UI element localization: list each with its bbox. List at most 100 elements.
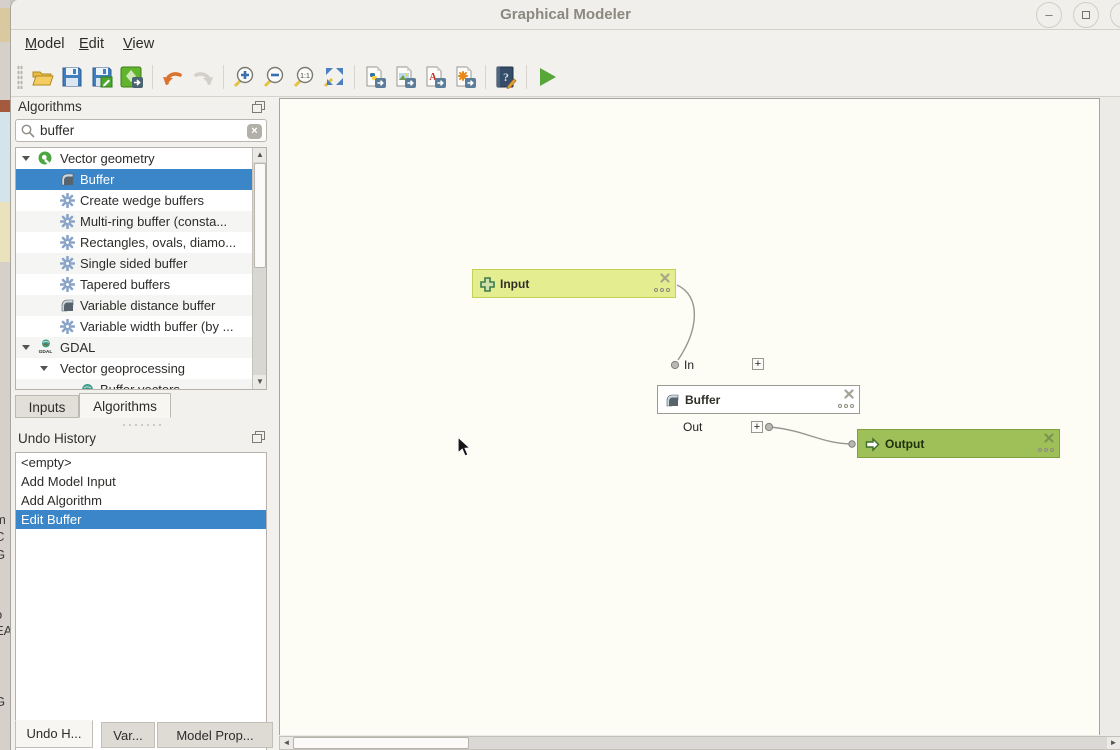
tab-variables[interactable]: Var... (101, 722, 155, 748)
wire-buffer-to-output (771, 427, 851, 444)
zoom-actual-button[interactable]: 1:1 (289, 62, 319, 92)
expand-arrow-icon[interactable] (22, 156, 30, 161)
help-button[interactable]: ? (491, 62, 521, 92)
tree-item-buffer[interactable]: Buffer (16, 169, 266, 190)
export-as-svg-button[interactable] (450, 62, 480, 92)
export-as-pdf-icon: A (423, 65, 447, 89)
socket-buffer-out[interactable] (765, 423, 772, 430)
run-model-button[interactable] (532, 62, 562, 92)
delete-node-icon[interactable] (844, 389, 854, 399)
tree-item-multi-ring-buffer[interactable]: Multi-ring buffer (consta... (16, 211, 266, 232)
expand-outputs-button[interactable]: + (751, 421, 763, 433)
canvas-scrollbar-thumb[interactable] (293, 737, 469, 749)
model-node-output[interactable]: Output (857, 429, 1060, 458)
menu-model[interactable]: Model (21, 34, 69, 54)
tree-item-variable-width-buffer[interactable]: Variable width buffer (by ... (16, 316, 266, 337)
tree-item-variable-distance-buffer[interactable]: Variable distance buffer (16, 295, 266, 316)
zoom-full-icon (322, 65, 346, 89)
save-model-in-project-icon (120, 65, 144, 89)
search-input[interactable] (40, 121, 240, 140)
tab-undo-history[interactable]: Undo H... (15, 720, 93, 748)
tab-inputs[interactable]: Inputs (15, 395, 79, 418)
node-label: Buffer (685, 393, 720, 407)
canvas-horizontal-scrollbar[interactable]: ◄ ► (279, 736, 1120, 750)
background-map-fragment (0, 100, 10, 112)
zoom-out-button[interactable] (259, 62, 289, 92)
minimize-button[interactable]: – (1036, 2, 1062, 28)
tree-item-single-sided-buffer[interactable]: Single sided buffer (16, 253, 266, 274)
export-as-image-icon (393, 65, 417, 89)
expand-node-icon[interactable] (838, 404, 854, 409)
zoom-in-button[interactable] (229, 62, 259, 92)
menu-view[interactable]: View (119, 34, 158, 54)
socket-buffer-in[interactable] (671, 361, 678, 368)
tree-item-vector-geometry[interactable]: Vector geometry (16, 148, 266, 169)
zoom-out-icon (262, 65, 286, 89)
export-as-pdf-button[interactable]: A (420, 62, 450, 92)
buffer-algorithm-icon (665, 393, 680, 408)
clear-search-icon[interactable]: × (247, 124, 262, 139)
tree-item-vector-geoprocessing[interactable]: Vector geoprocessing (16, 358, 266, 379)
tree-item-tapered-buffers[interactable]: Tapered buffers (16, 274, 266, 295)
export-as-image-button[interactable] (390, 62, 420, 92)
undo-item-add-algorithm[interactable]: Add Algorithm (16, 491, 266, 510)
open-model-icon (30, 65, 54, 89)
undo-history-list: <empty> Add Model Input Add Algorithm Ed… (15, 452, 267, 750)
tab-algorithms[interactable]: Algorithms (79, 393, 171, 418)
undo-item-edit-buffer[interactable]: Edit Buffer (16, 510, 266, 529)
open-model-button[interactable] (27, 62, 57, 92)
expand-inputs-button[interactable]: + (752, 358, 764, 370)
model-node-buffer[interactable]: Buffer (657, 385, 860, 414)
left-dock: Algorithms × Vector geometry (11, 97, 273, 750)
gear-icon (60, 214, 75, 229)
menu-edit[interactable]: Edit (75, 34, 108, 54)
float-panel-icon[interactable] (252, 431, 265, 443)
undo-item-empty[interactable]: <empty> (16, 453, 266, 472)
save-model-in-project-button[interactable] (117, 62, 147, 92)
save-model-as-button[interactable] (87, 62, 117, 92)
toolbar-grip[interactable] (17, 65, 23, 89)
undo-history-title: Undo History (18, 431, 96, 446)
tree-scrollbar-thumb[interactable] (254, 163, 266, 268)
undo-icon (162, 66, 184, 88)
redo-button[interactable] (188, 62, 218, 92)
undo-item-add-model-input[interactable]: Add Model Input (16, 472, 266, 491)
scroll-left-icon[interactable]: ◄ (280, 737, 293, 749)
buffer-algorithm-icon (60, 298, 75, 313)
undo-button[interactable] (158, 62, 188, 92)
expand-node-icon[interactable] (1038, 448, 1054, 453)
background-map-fragment (0, 112, 10, 202)
float-panel-icon[interactable] (252, 101, 265, 113)
model-scene[interactable]: Input In + Buffer Ou (279, 98, 1100, 735)
tab-model-properties[interactable]: Model Prop... (157, 722, 273, 748)
scroll-right-icon[interactable]: ► (1107, 737, 1120, 749)
delete-node-icon[interactable] (1044, 433, 1054, 443)
scroll-down-icon[interactable]: ▼ (253, 375, 267, 389)
zoom-full-button[interactable] (319, 62, 349, 92)
scroll-up-icon[interactable]: ▲ (253, 148, 267, 162)
tree-item-buffer-vectors[interactable]: Buffer vectors (16, 379, 266, 390)
dock-splitter-handle[interactable] (121, 423, 161, 427)
model-input-icon (480, 277, 495, 292)
model-node-input[interactable]: Input (472, 269, 676, 298)
delete-node-icon[interactable] (660, 273, 670, 283)
buffer-algorithm-icon (60, 172, 75, 187)
gear-icon (60, 277, 75, 292)
save-model-button[interactable] (57, 62, 87, 92)
title-bar[interactable]: Graphical Modeler – × (11, 0, 1120, 30)
tree-item-rectangles-ovals[interactable]: Rectangles, ovals, diamo... (16, 232, 266, 253)
toolbar-separator (152, 65, 153, 89)
socket-output-in[interactable] (849, 441, 855, 447)
maximize-button[interactable] (1073, 2, 1099, 28)
toolbar-separator (526, 65, 527, 89)
background-text-fragment: o (0, 607, 9, 622)
expand-node-icon[interactable] (654, 288, 670, 293)
expand-arrow-icon[interactable] (22, 345, 30, 350)
tree-item-create-wedge-buffers[interactable]: Create wedge buffers (16, 190, 266, 211)
tree-item-gdal[interactable]: GDAL GDAL (16, 337, 266, 358)
node-label: Output (885, 437, 924, 451)
tree-scrollbar[interactable]: ▲ ▼ (252, 148, 266, 389)
expand-arrow-icon[interactable] (40, 366, 48, 371)
export-as-python-button[interactable] (360, 62, 390, 92)
redo-icon (192, 66, 214, 88)
